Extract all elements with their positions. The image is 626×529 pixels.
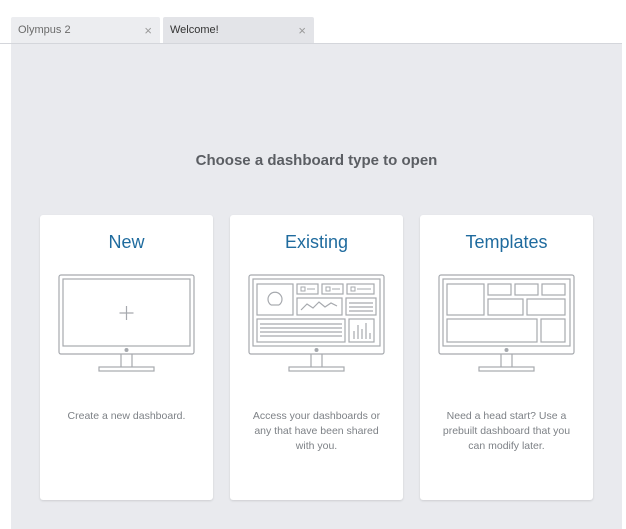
welcome-panel: Choose a dashboard type to open New Crea…: [11, 44, 622, 529]
tab-olympus-2[interactable]: Olympus 2 ×: [11, 17, 160, 44]
template-layout-monitor-icon: [438, 274, 575, 372]
close-tab-icon[interactable]: ×: [298, 17, 306, 44]
close-tab-icon[interactable]: ×: [144, 17, 152, 44]
tab-bar: Olympus 2 × Welcome! ×: [0, 0, 626, 44]
tab-label: Olympus 2: [18, 24, 71, 36]
new-dashboard-card[interactable]: New Create a new dashboard.: [40, 215, 213, 500]
card-title: New: [108, 232, 145, 252]
card-description: Need a head start? Use a prebuilt dashbo…: [442, 410, 571, 452]
app-window: Olympus 2 × Welcome! × Choose a dashboar…: [0, 0, 626, 529]
existing-dashboard-monitor-icon: [248, 274, 385, 372]
page-title: Choose a dashboard type to open: [195, 152, 438, 169]
blank-monitor-icon: [58, 274, 195, 372]
card-description: Create a new dashboard.: [67, 410, 186, 422]
card-description: Access your dashboards or any that have …: [252, 410, 381, 452]
tab-welcome[interactable]: Welcome! ×: [163, 17, 314, 44]
card-title: Templates: [465, 232, 548, 252]
card-title: Existing: [284, 232, 349, 252]
tab-label: Welcome!: [170, 24, 219, 36]
existing-dashboard-card[interactable]: Existing Access your dashboards or any t…: [230, 215, 403, 500]
templates-card[interactable]: Templates Need a head start? Use a prebu…: [420, 215, 593, 500]
